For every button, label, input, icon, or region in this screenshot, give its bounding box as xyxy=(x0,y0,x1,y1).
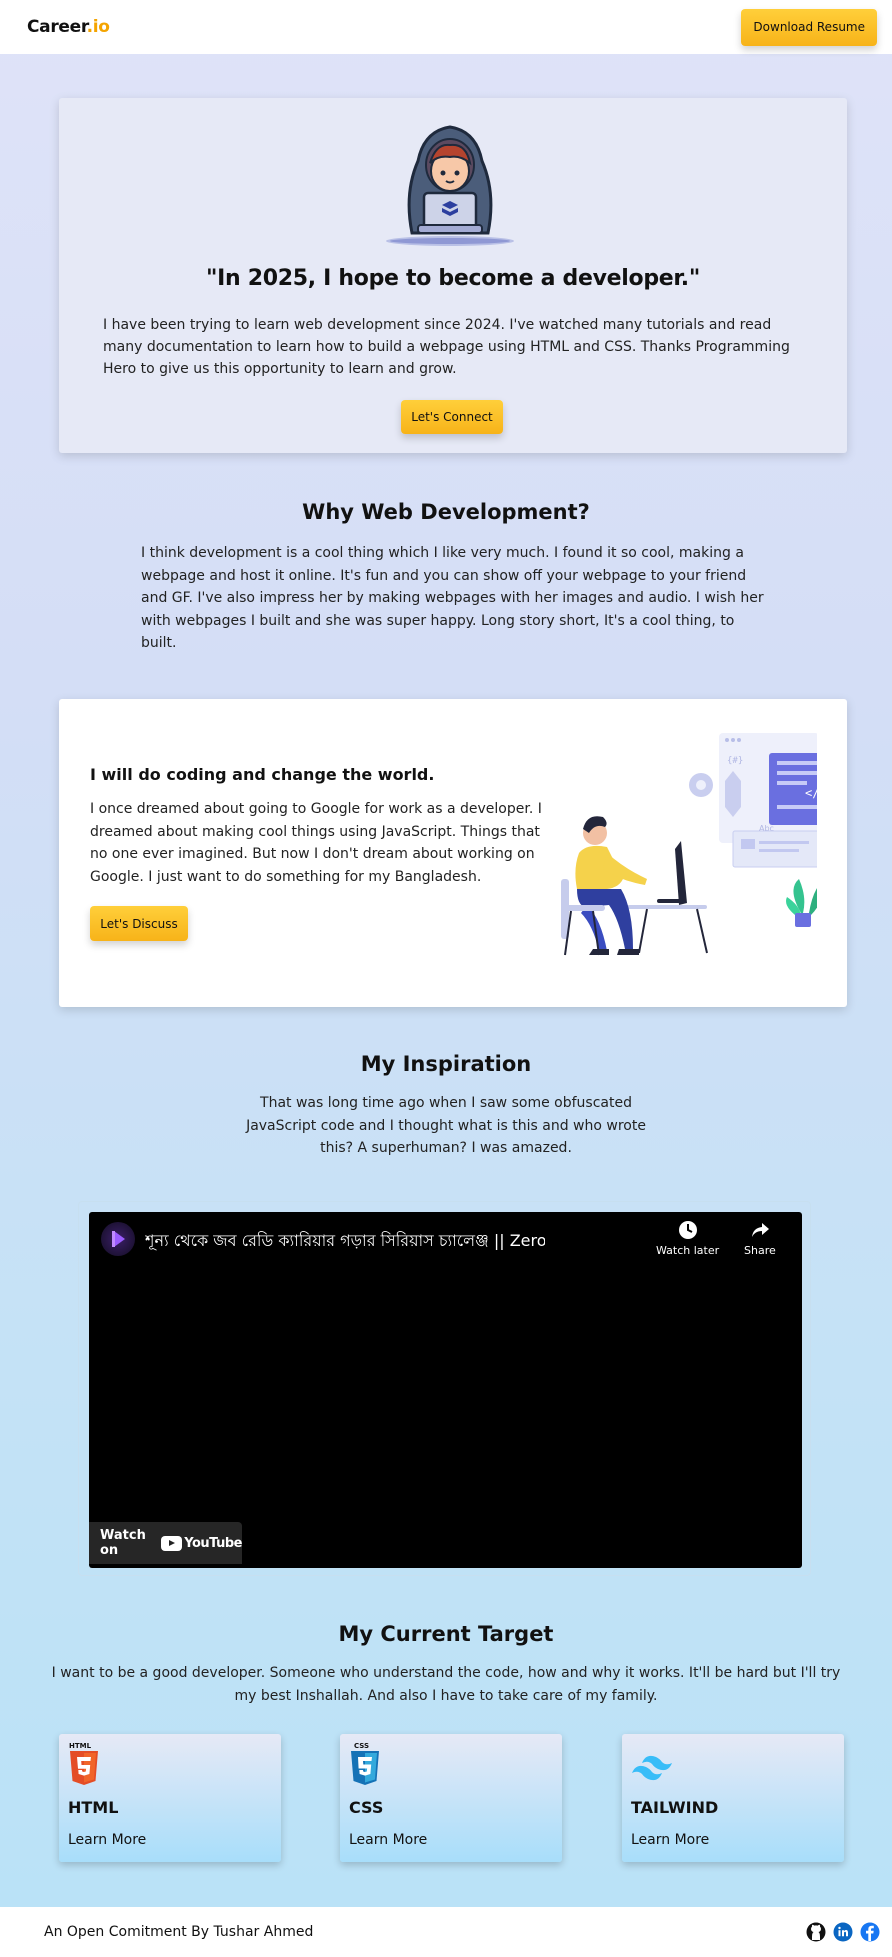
svg-text:{#}: {#} xyxy=(727,756,743,766)
clock-icon xyxy=(678,1221,697,1239)
css-card: CSS CSS Learn More xyxy=(340,1734,562,1862)
coding-text: I once dreamed about going to Google for… xyxy=(90,801,542,885)
tailwind-card: TAILWIND Learn More xyxy=(622,1734,844,1862)
coding-card: I will do coding and change the world. I… xyxy=(59,699,847,1007)
svg-text:Abc: Abc xyxy=(759,824,774,833)
svg-text:</>: </> xyxy=(805,786,817,800)
html5-icon: HTML xyxy=(69,1742,98,1785)
hero-quote: "In 2025, I hope to become a developer." xyxy=(205,266,701,291)
footer-text: An Open Comitment By Tushar Ahmed xyxy=(44,1924,314,1940)
video-title[interactable]: শূন্য থেকে জব রেডি ক্যারিয়ার গড়ার সিরি… xyxy=(145,1228,545,1255)
channel-avatar[interactable] xyxy=(101,1222,135,1256)
youtube-embed[interactable]: শূন্য থেকে জব রেডি ক্যারিয়ার গড়ার সিরি… xyxy=(89,1212,802,1568)
css3-icon: CSS xyxy=(351,1742,379,1785)
lets-connect-button[interactable]: Let's Connect xyxy=(401,400,503,434)
watch-later-label: Watch later xyxy=(656,1244,720,1257)
why-title: Why Web Development? xyxy=(302,500,590,524)
watch-on-youtube-button[interactable]: Watch on YouTube xyxy=(89,1522,242,1564)
html-card: HTML HTML Learn More xyxy=(59,1734,281,1862)
logo-main: Career xyxy=(27,17,87,37)
tailwind-card-title: TAILWIND xyxy=(631,1798,719,1817)
hero-text: I have been trying to learn web developm… xyxy=(103,317,790,377)
tailwind-learn-more-link[interactable]: Learn More xyxy=(631,1832,709,1848)
watch-later-button[interactable]: Watch later xyxy=(656,1220,719,1257)
target-title: My Current Target xyxy=(338,1622,554,1646)
logo-tld: .io xyxy=(86,17,110,37)
html-learn-more-link[interactable]: Learn More xyxy=(68,1832,146,1848)
facebook-icon[interactable] xyxy=(860,1922,880,1942)
share-button[interactable]: Share xyxy=(744,1220,776,1257)
css-card-title: CSS xyxy=(349,1798,384,1817)
inspiration-title: My Inspiration xyxy=(360,1052,532,1076)
youtube-play-icon xyxy=(161,1535,183,1551)
svg-text:CSS: CSS xyxy=(354,1742,369,1750)
logo[interactable]: Career.io xyxy=(27,17,110,37)
watch-on-label: Watch on xyxy=(100,1528,146,1558)
download-resume-button[interactable]: Download Resume xyxy=(741,8,877,46)
linkedin-icon[interactable] xyxy=(833,1922,853,1942)
share-label: Share xyxy=(744,1244,776,1257)
youtube-logo: YouTube xyxy=(161,1535,242,1551)
tailwind-icon xyxy=(632,1755,672,1781)
css-learn-more-link[interactable]: Learn More xyxy=(349,1832,427,1848)
share-icon xyxy=(751,1223,769,1237)
lets-discuss-button[interactable]: Let's Discuss xyxy=(90,906,188,941)
github-icon[interactable] xyxy=(806,1922,826,1942)
footer: An Open Comitment By Tushar Ahmed xyxy=(0,1907,892,1957)
coding-title: I will do coding and change the world. xyxy=(90,765,435,784)
social-links xyxy=(806,1922,880,1942)
html-card-title: HTML xyxy=(68,1798,119,1817)
navbar: Career.io Download Resume xyxy=(0,0,892,54)
developer-avatar-illustration xyxy=(386,125,514,246)
why-text: I think development is a cool thing whic… xyxy=(141,545,764,651)
inspiration-text: That was long time ago when I saw some o… xyxy=(246,1095,646,1156)
hero-card: "In 2025, I hope to become a developer."… xyxy=(59,98,847,453)
svg-text:HTML: HTML xyxy=(69,1742,92,1750)
target-text: I want to be a good developer. Someone w… xyxy=(51,1665,841,1704)
developer-desk-illustration: </> {#} Abc xyxy=(561,733,817,956)
